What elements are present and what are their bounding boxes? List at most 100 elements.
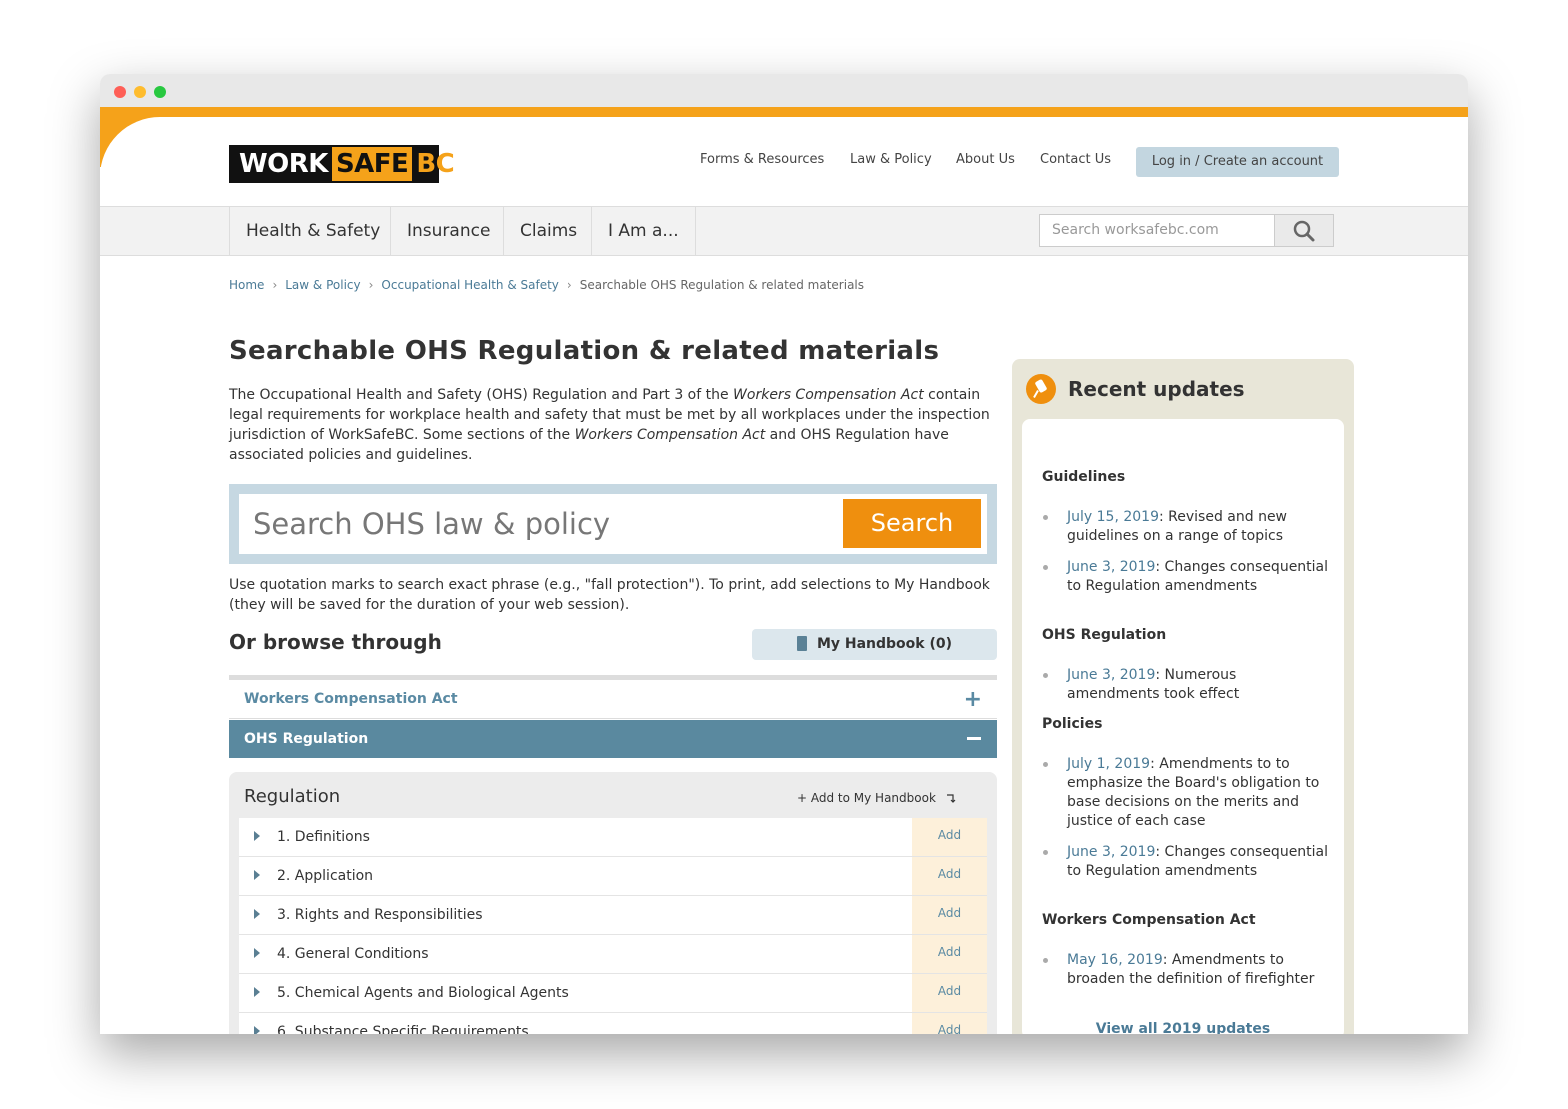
section-heading-workers-compensation-act: Workers Compensation Act [1042,912,1256,928]
accordion-label: Workers Compensation Act [244,691,458,707]
update-date-link[interactable]: July 15, 2019 [1067,509,1159,525]
logo-bc: BC [416,149,455,179]
regulation-list: 1. Definitions Add 2. Application Add 3. R… [239,818,987,1034]
breadcrumb-law-policy[interactable]: Law & Policy [285,278,360,292]
breadcrumb-ohs[interactable]: Occupational Health & Safety [381,278,558,292]
my-handbook-label: My Handbook (0) [816,636,953,652]
update-date-link[interactable]: June 3, 2019 [1067,667,1155,683]
main-navigation: Health & Safety Insurance Claims I Am a.… [100,206,1468,256]
add-part-button[interactable]: Add [912,857,987,895]
update-date-link[interactable]: June 3, 2019 [1067,559,1155,575]
update-date-link[interactable]: July 1, 2019 [1067,756,1150,772]
update-item: July 15, 2019: Revised and new guideline… [1043,508,1332,546]
section-heading-policies: Policies [1042,716,1103,732]
regulation-part-label[interactable]: 4. General Conditions [277,935,429,974]
regulation-row[interactable]: 2. Application Add [239,857,987,896]
topnav-about-us[interactable]: About Us [956,152,1015,167]
regulation-part-label[interactable]: 3. Rights and Responsibilities [277,896,483,935]
search-icon [1293,220,1315,242]
expand-triangle-icon[interactable] [254,831,260,841]
nav-i-am-a[interactable]: I Am a... [591,207,696,255]
expand-triangle-icon[interactable] [254,1026,260,1034]
site-header: WORK SAFE BC Forms & Resources Law & Pol… [100,117,1468,206]
section-heading-ohs-regulation: OHS Regulation [1042,627,1167,643]
regulation-part-label[interactable]: 1. Definitions [277,818,370,857]
updates-card: Guidelines July 15, 2019: Revised and ne… [1022,419,1344,1034]
minimize-window-icon[interactable] [134,86,146,98]
add-to-handbook-link[interactable]: + Add to My Handbook [797,791,958,805]
regulation-part-label[interactable]: 5. Chemical Agents and Biological Agents [277,974,569,1013]
breadcrumb-separator: › [566,278,572,292]
page-title: Searchable OHS Regulation & related mate… [229,336,940,366]
site-search-input[interactable]: Search worksafebc.com [1052,215,1219,246]
regulation-part-label[interactable]: 2. Application [277,857,373,896]
topnav-law-policy[interactable]: Law & Policy [850,152,932,167]
regulation-title: Regulation [244,786,341,807]
intro-paragraph: The Occupational Health and Safety (OHS)… [229,385,997,465]
logo-safe: SAFE [331,147,413,181]
add-to-handbook-label: + Add to My Handbook [797,791,936,805]
expand-triangle-icon[interactable] [254,948,260,958]
regulation-row[interactable]: 3. Rights and Responsibilities Add [239,896,987,935]
expand-triangle-icon[interactable] [254,909,260,919]
update-item: July 1, 2019: Amendments to to emphasize… [1043,755,1332,831]
breadcrumb-separator: › [368,278,374,292]
my-handbook-button[interactable]: My Handbook (0) [752,629,997,660]
collapse-minus-icon [967,737,981,740]
sidebar-title: Recent updates [1068,377,1245,401]
breadcrumb-current: Searchable OHS Regulation & related mate… [579,278,865,292]
add-part-button[interactable]: Add [912,896,987,934]
handbook-icon [796,636,807,651]
regulation-panel: Regulation + Add to My Handbook 1. Defin… [229,772,997,1034]
topnav-contact-us[interactable]: Contact Us [1040,152,1111,167]
regulation-row[interactable]: 6. Substance Specific Requirements Add [239,1013,987,1034]
update-date-link[interactable]: May 16, 2019 [1067,952,1163,968]
update-item: June 3, 2019: Numerous amendments took e… [1043,666,1332,704]
add-part-button[interactable]: Add [912,818,987,856]
expand-triangle-icon[interactable] [254,870,260,880]
pin-icon [1026,374,1056,404]
expand-plus-icon: + [963,687,982,712]
add-part-button[interactable]: Add [912,974,987,1012]
nav-insurance[interactable]: Insurance [390,207,506,255]
recent-updates-sidebar: Recent updates Guidelines July 15, 2019:… [1012,359,1354,1034]
site-search-button[interactable] [1274,215,1333,246]
ohs-search-button[interactable]: Search [843,499,981,548]
browser-window: WORK SAFE BC Forms & Resources Law & Pol… [100,74,1468,1034]
add-part-button[interactable]: Add [912,1013,987,1034]
accordion-label: OHS Regulation [244,731,369,747]
regulation-row[interactable]: 4. General Conditions Add [239,935,987,974]
regulation-row[interactable]: 1. Definitions Add [239,818,987,857]
maximize-window-icon[interactable] [154,86,166,98]
accordion-ohs-regulation[interactable]: OHS Regulation [229,720,997,758]
regulation-part-label[interactable]: 6. Substance Specific Requirements [277,1013,529,1034]
update-date-link[interactable]: June 3, 2019 [1067,844,1155,860]
header-accent-bar [100,107,1468,117]
add-part-button[interactable]: Add [912,935,987,973]
breadcrumb-home[interactable]: Home [229,278,264,292]
view-all-updates-link[interactable]: View all 2019 updates [1022,1021,1344,1034]
logo-work: WORK [239,149,328,179]
intro-act-name: Workers Compensation Act [733,387,924,403]
corner-arrow-icon [946,794,956,803]
nav-claims[interactable]: Claims [503,207,593,255]
topnav-forms-resources[interactable]: Forms & Resources [700,152,824,167]
update-item: June 3, 2019: Changes consequential to R… [1043,558,1332,596]
regulation-row[interactable]: 5. Chemical Agents and Biological Agents… [239,974,987,1013]
section-heading-guidelines: Guidelines [1042,469,1126,485]
ohs-search-field[interactable]: Search OHS law & policy Search [239,494,987,554]
ohs-search-input[interactable]: Search OHS law & policy [253,494,610,554]
intro-text: The Occupational Health and Safety (OHS)… [229,387,734,403]
close-window-icon[interactable] [114,86,126,98]
login-button[interactable]: Log in / Create an account [1136,147,1339,177]
browse-heading: Or browse through [229,630,442,654]
ohs-search-box: Search OHS law & policy Search [229,484,997,564]
window-titlebar [100,74,1468,107]
update-item: May 16, 2019: Amendments to broaden the … [1043,951,1332,989]
breadcrumb-separator: › [272,278,278,292]
expand-triangle-icon[interactable] [254,987,260,997]
nav-health-safety[interactable]: Health & Safety [229,207,396,255]
accordion-workers-compensation-act[interactable]: Workers Compensation Act + [229,680,997,719]
worksafebc-logo[interactable]: WORK SAFE BC [229,145,455,183]
site-search[interactable]: Search worksafebc.com [1039,214,1334,247]
